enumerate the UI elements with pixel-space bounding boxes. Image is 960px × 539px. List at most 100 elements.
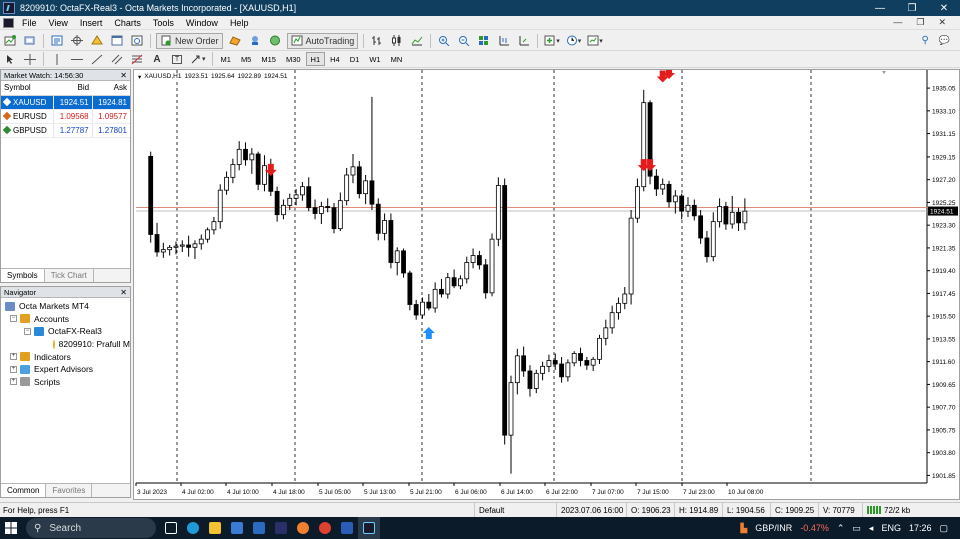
zoom-in-button[interactable] — [436, 33, 452, 49]
autotrading-button[interactable]: AutoTrading — [286, 32, 359, 49]
vertical-line-button[interactable] — [49, 51, 65, 67]
autoscroll-button[interactable] — [516, 33, 532, 49]
equidistant-channel-button[interactable] — [109, 51, 125, 67]
menu-help[interactable]: Help — [224, 18, 255, 28]
mdi-restore-button[interactable]: ❐ — [916, 17, 924, 28]
fibonacci-button[interactable] — [129, 51, 145, 67]
indicators-list-button[interactable]: ▾ — [543, 33, 561, 49]
text-label-button[interactable]: T — [169, 51, 185, 67]
status-profile[interactable]: Default — [474, 502, 556, 518]
strategy-tester-button[interactable] — [129, 33, 145, 49]
chart-menu-arrow-icon[interactable]: ▾ — [138, 73, 141, 81]
menu-charts[interactable]: Charts — [108, 18, 147, 28]
store-icon[interactable] — [226, 517, 248, 539]
nav-item-accounts[interactable]: − Accounts — [1, 313, 130, 326]
price-chart[interactable]: 1935.05 1933.10 1931.15 1929.15 1927.20 1925.… — [134, 70, 959, 499]
crosshair-button[interactable] — [22, 51, 38, 67]
timeframe-h4[interactable]: H4 — [325, 52, 345, 66]
tab-favorites[interactable]: Favorites — [46, 484, 93, 497]
data-window-button[interactable] — [69, 33, 85, 49]
chart-window[interactable]: 1935.05 1933.10 1931.15 1929.15 1927.20 1925.… — [133, 69, 960, 500]
nav-item-indicators[interactable]: + Indicators — [1, 350, 130, 363]
tab-common[interactable]: Common — [1, 484, 47, 497]
new-order-button[interactable]: New Order — [156, 32, 223, 49]
mail-icon[interactable] — [248, 517, 270, 539]
column-ask[interactable]: Ask — [92, 81, 130, 96]
tab-symbols[interactable]: Symbols — [1, 269, 45, 282]
timeframe-m15[interactable]: M15 — [256, 52, 281, 66]
expand-icon[interactable]: + — [10, 365, 17, 373]
file-explorer-icon[interactable] — [204, 517, 226, 539]
mdi-close-button[interactable]: ✕ — [938, 17, 946, 28]
maximize-button[interactable]: ❐ — [896, 0, 928, 16]
market-watch-close-icon[interactable]: ✕ — [120, 71, 127, 80]
signals-button[interactable] — [247, 33, 263, 49]
metaeditor-button[interactable] — [227, 33, 243, 49]
navigator-close-icon[interactable]: ✕ — [120, 288, 127, 297]
notifications-icon[interactable]: ▢ — [939, 523, 948, 534]
market-button[interactable] — [267, 33, 283, 49]
chrome-icon[interactable] — [314, 517, 336, 539]
chart-window-icon[interactable] — [3, 17, 14, 28]
timeframe-mn[interactable]: MN — [386, 52, 408, 66]
timeframe-w1[interactable]: W1 — [364, 52, 385, 66]
volume-icon[interactable]: ◂ — [869, 523, 874, 534]
trendline-button[interactable] — [89, 51, 105, 67]
collapse-icon[interactable]: − — [10, 315, 17, 323]
menu-insert[interactable]: Insert — [74, 18, 109, 28]
timeframe-d1[interactable]: D1 — [345, 52, 365, 66]
market-watch-button[interactable] — [49, 33, 65, 49]
network-icon[interactable]: ▭ — [852, 523, 861, 534]
task-view-icon[interactable] — [160, 517, 182, 539]
column-symbol[interactable]: Symbol — [1, 81, 54, 96]
search-icon[interactable]: ⚲ — [921, 35, 928, 46]
new-chart-button[interactable] — [2, 33, 18, 49]
cursor-button[interactable] — [2, 51, 18, 67]
chart-shift-button[interactable] — [496, 33, 512, 49]
status-connection[interactable]: 72/2 kb — [862, 502, 932, 518]
candlestick-button[interactable] — [389, 33, 405, 49]
mdi-minimize-button[interactable]: — — [893, 17, 902, 28]
menu-file[interactable]: File — [16, 18, 43, 28]
templates-button[interactable]: ▾ — [586, 33, 604, 49]
currency-pair[interactable]: GBP/INR — [755, 523, 792, 533]
tile-windows-button[interactable] — [476, 33, 492, 49]
menu-view[interactable]: View — [43, 18, 74, 28]
edge-icon[interactable] — [182, 517, 204, 539]
clock[interactable]: 17:26 — [909, 523, 932, 533]
collapse-icon[interactable]: − — [24, 327, 31, 335]
timeframe-h1[interactable]: H1 — [305, 52, 326, 66]
symbol-row-xauusd[interactable]: XAUUSD 1924.51 1924.81 — [1, 95, 130, 110]
arrows-button[interactable]: ▾ — [189, 51, 207, 67]
symbol-row-eurusd[interactable]: EURUSD 1.09568 1.09577 — [1, 109, 130, 124]
nav-item-scripts[interactable]: + Scripts — [1, 376, 130, 389]
taskbar-search[interactable]: ⚲ Search — [26, 518, 156, 538]
chat-icon[interactable]: 💬 — [939, 35, 950, 46]
menu-tools[interactable]: Tools — [147, 18, 180, 28]
photoshop-icon[interactable] — [270, 517, 292, 539]
column-bid[interactable]: Bid — [53, 81, 93, 96]
profiles-button[interactable] — [22, 33, 38, 49]
text-button[interactable]: A — [149, 51, 165, 67]
timeframe-m5[interactable]: M5 — [236, 52, 256, 66]
menu-window[interactable]: Window — [180, 18, 224, 28]
minimize-button[interactable]: — — [864, 0, 896, 16]
windows-start-icon[interactable] — [0, 517, 22, 539]
mt4-taskbar-icon[interactable] — [358, 517, 380, 539]
timeframe-m30[interactable]: M30 — [281, 52, 306, 66]
keyboard-language[interactable]: ENG — [881, 523, 901, 533]
timeframe-m1[interactable]: M1 — [216, 52, 236, 66]
navigator-button[interactable] — [89, 33, 105, 49]
periods-button[interactable]: ▾ — [565, 33, 583, 49]
nav-item-server[interactable]: − OctaFX-Real3 — [1, 325, 130, 338]
terminal-button[interactable] — [109, 33, 125, 49]
chart-widget-icon[interactable]: ▙ — [740, 523, 747, 534]
expand-icon[interactable]: + — [10, 378, 17, 386]
tray-overflow-icon[interactable]: ⌃ — [837, 523, 845, 534]
expand-icon[interactable]: + — [10, 353, 17, 361]
symbol-row-gbpusd[interactable]: GBPUSD 1.27787 1.27801 — [1, 123, 130, 138]
zoom-out-button[interactable] — [456, 33, 472, 49]
nav-item-expert-advisors[interactable]: + Expert Advisors — [1, 363, 130, 376]
horizontal-line-button[interactable] — [69, 51, 85, 67]
firefox-icon[interactable] — [292, 517, 314, 539]
